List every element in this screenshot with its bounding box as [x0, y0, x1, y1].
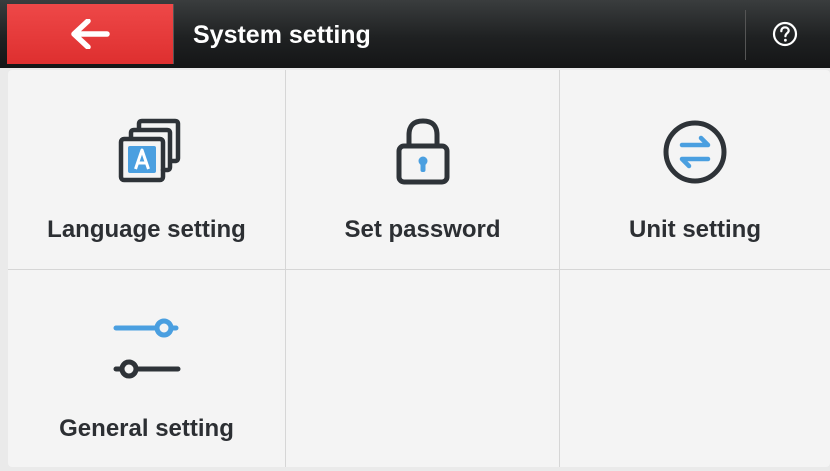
lock-icon [396, 118, 449, 185]
general-setting-tile[interactable]: General setting [8, 270, 285, 467]
language-setting-tile[interactable]: Language setting [8, 70, 285, 269]
language-setting-label: Language setting [47, 216, 246, 243]
set-password-label: Set password [344, 216, 501, 243]
unit-setting-tile[interactable]: Unit setting [560, 70, 830, 269]
sliders-icon [113, 318, 180, 379]
arrow-left-icon [71, 19, 110, 49]
back-button[interactable] [7, 4, 173, 64]
unit-setting-label: Unit setting [629, 216, 761, 243]
question-circle-icon [772, 21, 798, 47]
header-divider [173, 4, 174, 64]
settings-grid: Language setting Set password Unit setti… [8, 70, 830, 467]
language-icon [118, 118, 180, 183]
empty-tile [286, 270, 559, 467]
help-button[interactable] [772, 21, 798, 47]
set-password-tile[interactable]: Set password [286, 70, 559, 269]
unit-swap-icon [663, 120, 727, 184]
screen: System setting Language setting Set pass… [0, 0, 830, 471]
general-setting-label: General setting [59, 415, 234, 442]
empty-tile [560, 270, 830, 467]
header-divider [745, 10, 746, 60]
settings-panel: Language setting Set password Unit setti… [8, 70, 830, 467]
page-title: System setting [193, 21, 371, 49]
top-bar: System setting [0, 0, 830, 68]
